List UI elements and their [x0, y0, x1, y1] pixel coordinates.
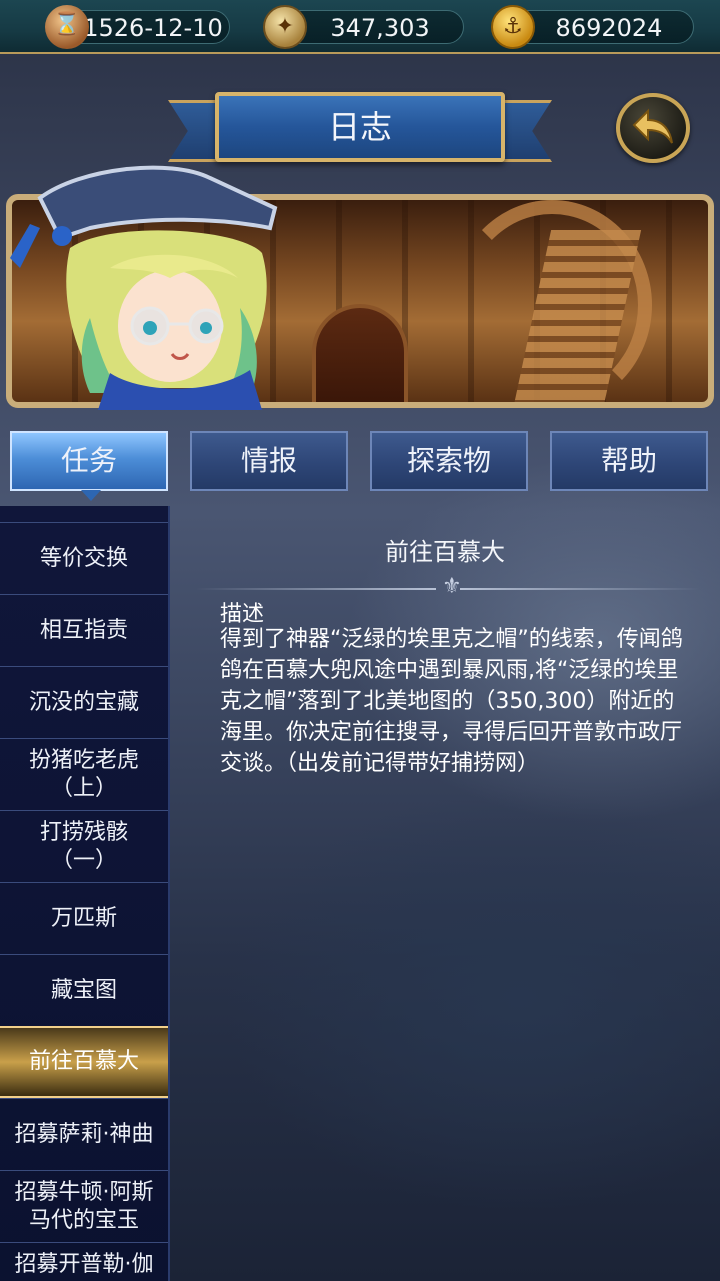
quest-item-label: 藏宝图: [50, 977, 117, 1003]
quest-item-label: 万匹斯: [50, 905, 117, 931]
compass-value: 347,303: [330, 14, 430, 42]
quest-description: 得到了神器“泛绿的埃里克之帽”的线索，传闻鸽鸽在百慕大兜风途中遇到暴风雨,将“泛…: [220, 627, 683, 776]
quest-item-label: 招募开普勒·伽: [14, 1252, 154, 1277]
quest-item-label: 沉没的宝藏: [28, 689, 139, 715]
page-title: 日志: [327, 108, 392, 146]
quest-item[interactable]: 相互指责: [0, 594, 168, 666]
quest-item[interactable]: 招募牛顿·阿斯 马代的宝玉: [0, 1170, 168, 1242]
quest-item-label: 相互指责: [39, 617, 128, 643]
quest-item-label: 等价交换: [39, 545, 128, 571]
resource-bar: 1526-12-10 ⌛ 347,303 ✦ 8692024 ⚓: [0, 0, 720, 54]
compass-resource: 347,303 ✦: [263, 5, 464, 49]
fleur-ornament-icon: ⚜: [442, 574, 462, 599]
divider-line-right: [460, 588, 700, 590]
back-arrow-icon: [632, 108, 673, 144]
tab-tasks-label: 任务: [60, 444, 117, 477]
quest-item[interactable]: 等价交换: [0, 522, 168, 594]
date-display: 1526-12-10 ⌛: [45, 5, 230, 49]
quest-item-label: 前往百慕大: [28, 1049, 139, 1074]
quest-item[interactable]: 招募开普勒·伽: [0, 1242, 168, 1281]
quest-item-label: 招募萨莉·神曲: [14, 1121, 154, 1147]
divider-line-left: [196, 588, 436, 590]
tab-discoveries[interactable]: 探索物: [370, 431, 528, 491]
quest-item[interactable]: 扮猪吃老虎 （上）: [0, 738, 168, 810]
quest-list[interactable]: 等价交换 相互指责 沉没的宝藏 扮猪吃老虎 （上） 打捞残骸 （一） 万匹斯 藏…: [0, 506, 170, 1281]
quest-item-selected[interactable]: 前往百慕大: [0, 1026, 168, 1098]
back-button[interactable]: [616, 93, 690, 163]
quest-item[interactable]: 万匹斯: [0, 882, 168, 954]
tab-intel[interactable]: 情报: [190, 431, 348, 491]
scene-door: [312, 304, 408, 402]
anchor-coin-icon: ⚓: [491, 5, 535, 49]
tab-help[interactable]: 帮助: [550, 431, 708, 491]
quest-item[interactable]: 沉没的宝藏: [0, 666, 168, 738]
quest-item[interactable]: 招募萨莉·神曲: [0, 1098, 168, 1170]
gold-value: 8692024: [555, 14, 663, 42]
tab-help-label: 帮助: [600, 444, 657, 477]
quest-item-label: 打捞残骸 （一）: [39, 819, 128, 873]
date-value: 1526-12-10: [83, 14, 223, 42]
ornamental-divider: ⚜: [176, 576, 720, 598]
tab-tasks[interactable]: 任务: [10, 431, 168, 501]
tab-intel-label: 情报: [240, 444, 297, 477]
quest-detail-title: 前往百慕大: [385, 538, 505, 566]
quest-item[interactable]: 藏宝图: [0, 954, 168, 1026]
page-title-banner: 日志: [215, 92, 505, 162]
compass-icon: ✦: [263, 5, 307, 49]
quest-item-label: 扮猪吃老虎 （上）: [28, 747, 139, 801]
quest-item-label: 招募牛顿·阿斯 马代的宝玉: [14, 1179, 154, 1233]
tab-discoveries-label: 探索物: [406, 444, 491, 477]
gold-resource: 8692024 ⚓: [491, 5, 694, 49]
hourglass-icon: ⌛: [45, 5, 89, 49]
quest-item[interactable]: 打捞残骸 （一）: [0, 810, 168, 882]
character-portrait: [10, 165, 278, 410]
